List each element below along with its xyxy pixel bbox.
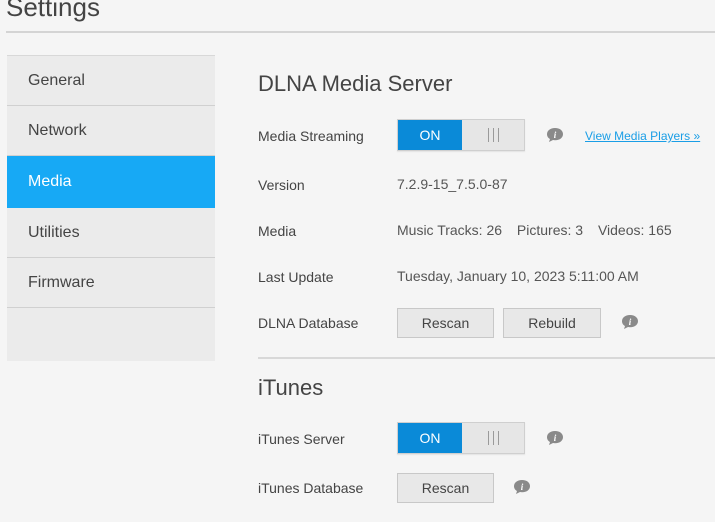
sidebar-item-label: Firmware xyxy=(28,273,95,291)
dlna-rescan-button[interactable]: Rescan xyxy=(397,308,494,338)
sidebar: General Network Media Utilities Firmware xyxy=(7,55,215,361)
sidebar-item-utilities[interactable]: Utilities xyxy=(7,208,215,258)
dlna-rebuild-button[interactable]: Rebuild xyxy=(503,308,601,338)
version-label: Version xyxy=(258,177,305,193)
music-tracks-count: Music Tracks: 26 xyxy=(397,222,503,238)
title-divider xyxy=(6,31,715,33)
sidebar-item-label: General xyxy=(28,71,85,89)
itunes-database-label: iTunes Database xyxy=(258,480,364,496)
toggle-on-label: ON xyxy=(398,423,462,453)
media-streaming-toggle[interactable]: ON xyxy=(397,119,525,151)
version-value: 7.2.9-15_7.5.0-87 xyxy=(397,176,508,192)
media-label: Media xyxy=(258,223,297,239)
sidebar-item-network[interactable]: Network xyxy=(7,106,215,156)
itunes-server-toggle[interactable]: ON xyxy=(397,422,525,454)
info-icon[interactable]: i xyxy=(546,430,564,446)
itunes-server-label: iTunes Server xyxy=(258,431,345,447)
media-streaming-label: Media Streaming xyxy=(258,128,364,144)
videos-count: Videos: 165 xyxy=(597,222,672,238)
sidebar-item-general[interactable]: General xyxy=(7,56,215,106)
sidebar-item-label: Network xyxy=(28,121,87,139)
media-stats: Music Tracks: 26 Pictures: 3 Videos: 165 xyxy=(397,222,683,238)
view-media-players-link[interactable]: View Media Players » xyxy=(585,129,700,143)
itunes-section-title: iTunes xyxy=(258,375,324,400)
last-update-value: Tuesday, January 10, 2023 5:11:00 AM xyxy=(397,268,639,284)
page-title: Settings xyxy=(6,0,100,22)
toggle-grip-icon xyxy=(462,423,524,453)
info-icon[interactable]: i xyxy=(513,479,531,495)
dlna-section-title: DLNA Media Server xyxy=(258,71,453,96)
pictures-count: Pictures: 3 xyxy=(516,222,584,238)
section-divider xyxy=(258,357,715,359)
sidebar-item-label: Media xyxy=(28,172,72,190)
last-update-label: Last Update xyxy=(258,269,334,285)
info-icon[interactable]: i xyxy=(546,127,564,143)
toggle-grip-icon xyxy=(462,120,524,150)
sidebar-item-media[interactable]: Media xyxy=(7,156,215,208)
toggle-on-label: ON xyxy=(398,120,462,150)
info-icon[interactable]: i xyxy=(621,314,639,330)
itunes-rescan-button[interactable]: Rescan xyxy=(397,473,494,503)
sidebar-item-label: Utilities xyxy=(28,223,80,241)
sidebar-item-firmware[interactable]: Firmware xyxy=(7,258,215,308)
dlna-database-label: DLNA Database xyxy=(258,315,359,331)
